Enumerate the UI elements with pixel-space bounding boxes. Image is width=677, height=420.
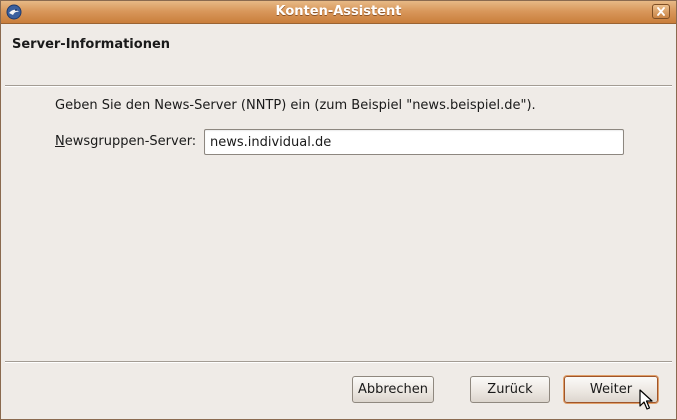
footer-separator [5,361,672,363]
newsgroup-server-label: Newsgruppen-Server: [55,134,196,149]
title-bar[interactable]: Konten-Assistent [1,1,676,24]
back-button[interactable]: Zurück [470,376,550,403]
page-title: Server-Informationen [12,37,171,52]
close-icon [657,7,665,16]
label-text: ewsgruppen-Server: [64,134,197,149]
newsgroup-server-input[interactable] [204,129,624,155]
cancel-button[interactable]: Abbrechen [352,376,434,403]
intro-text: Geben Sie den News-Server (NNTP) ein (zu… [55,98,536,113]
header-separator [5,85,672,87]
window-title: Konten-Assistent [275,4,402,19]
wizard-window: Konten-Assistent Server-Informationen Ge… [0,0,677,420]
label-mnemonic: N [55,134,65,149]
mouse-pointer-icon [639,389,653,410]
close-button[interactable] [652,4,670,19]
